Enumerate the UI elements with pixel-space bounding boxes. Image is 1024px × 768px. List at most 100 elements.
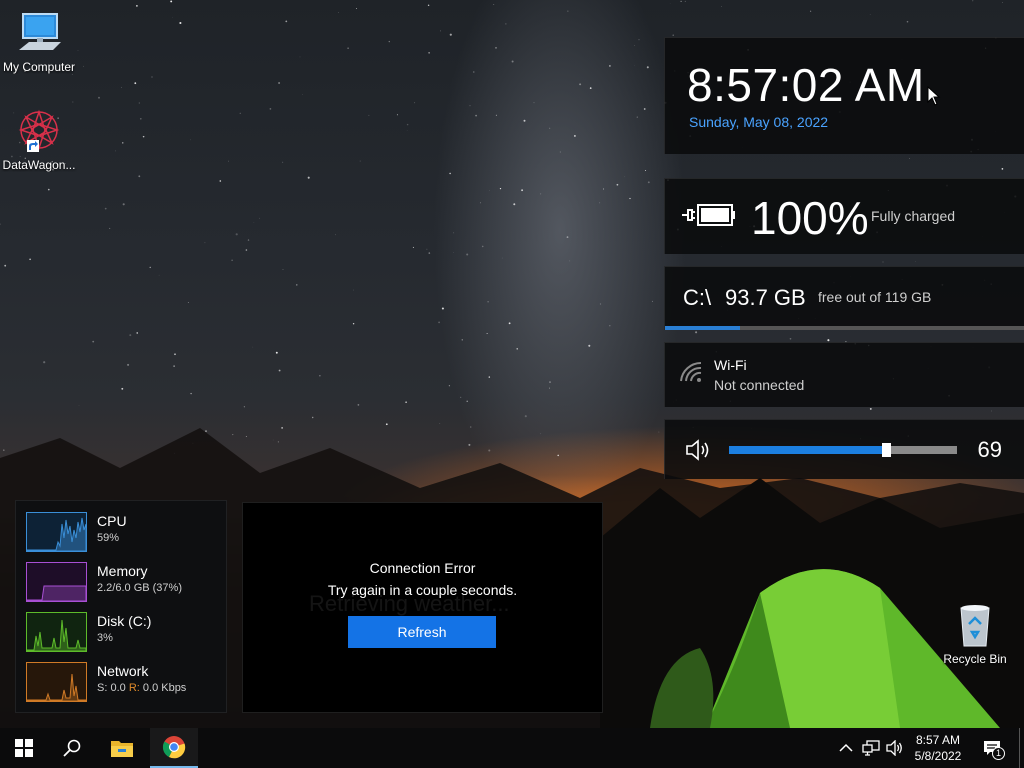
star (127, 363, 130, 366)
desktop-icon-label: Recycle Bin (943, 652, 1007, 666)
star (428, 52, 430, 54)
perf-value: S: 0.0 R: 0.0 Kbps (97, 682, 186, 694)
star (448, 385, 451, 387)
star (906, 20, 909, 23)
taskbar[interactable]: 8:57 AM 5/8/2022 1 (0, 728, 1024, 768)
star (245, 249, 248, 251)
star (549, 387, 551, 389)
perf-row-cpu[interactable]: CPU 59% (26, 512, 222, 554)
start-button[interactable] (0, 728, 48, 768)
cpu-graph (26, 512, 87, 552)
wifi-name: Wi-Fi (714, 357, 747, 373)
star (426, 248, 428, 250)
star (47, 188, 50, 191)
star (219, 180, 222, 182)
star (71, 74, 73, 75)
volume-slider-thumb[interactable] (882, 443, 892, 457)
star (549, 381, 551, 384)
show-desktop-button[interactable] (1019, 728, 1020, 768)
perf-title: Network (97, 663, 149, 679)
star (172, 16, 173, 18)
perf-title: CPU (97, 513, 127, 529)
perf-row-memory[interactable]: Memory 2.2/6.0 GB (37%) (26, 562, 222, 604)
network-send-value: 0.0 (110, 682, 126, 694)
wifi-widget[interactable]: Wi-Fi Not connected (664, 342, 1024, 407)
star (138, 102, 140, 104)
star (428, 252, 431, 254)
battery-widget[interactable]: 100% Fully charged (664, 178, 1024, 254)
star (299, 56, 301, 58)
star (449, 172, 451, 175)
star (495, 47, 497, 49)
star (460, 396, 462, 398)
perf-row-network[interactable]: Network S: 0.0 R: 0.0 Kbps (26, 662, 222, 704)
star (680, 0, 682, 3)
star (789, 337, 792, 340)
star (396, 114, 398, 116)
weather-widget[interactable]: Retrieving weather... Connection Error T… (242, 502, 603, 713)
star (307, 176, 310, 179)
tray-overflow-button[interactable] (836, 738, 856, 758)
chrome-icon (162, 736, 186, 759)
perf-value: 2.2/6.0 GB (37%) (97, 582, 182, 594)
speaker-icon[interactable] (685, 439, 713, 461)
perf-value: 59% (97, 532, 120, 544)
desktop-icon-datawagon[interactable]: DataWagon... (1, 108, 77, 172)
star (285, 20, 288, 23)
star (356, 7, 357, 9)
star (78, 405, 80, 406)
recycle-bin-icon (951, 602, 999, 650)
star (599, 202, 601, 204)
star (269, 108, 272, 110)
star (579, 83, 582, 86)
star (122, 203, 125, 206)
tray-network-button[interactable] (861, 738, 881, 758)
start-icon (15, 739, 33, 757)
disk-usage-fill (665, 326, 741, 330)
star (247, 239, 250, 241)
desktop-icon-label: DataWagon... (2, 158, 76, 172)
tray-volume-button[interactable] (885, 738, 905, 758)
weather-error-title: Connection Error (369, 560, 476, 576)
volume-widget[interactable]: 69 (664, 419, 1024, 479)
disk-free-space: 93.7 GB (725, 285, 806, 310)
star (466, 253, 469, 256)
disk-widget[interactable]: C:\ 93.7 GB free out of 119 GB (664, 266, 1024, 330)
star (243, 406, 246, 408)
star (347, 47, 349, 50)
desktop-icon-my-computer[interactable]: My Computer (1, 10, 77, 74)
star (406, 123, 409, 126)
search-button[interactable] (48, 728, 96, 768)
tray-clock[interactable]: 8:57 AM 5/8/2022 (905, 732, 971, 764)
taskbar-file-explorer[interactable] (98, 728, 146, 768)
clock-widget[interactable]: 8:57:02 AM Sunday, May 08, 2022 (664, 37, 1024, 154)
star (190, 392, 192, 395)
desktop-icon-recycle-bin[interactable]: Recycle Bin (937, 602, 1013, 666)
disk-graph (26, 612, 87, 652)
taskbar-chrome[interactable] (150, 728, 198, 768)
star (505, 23, 507, 25)
action-center-button[interactable]: 1 (982, 738, 1005, 760)
star (609, 65, 611, 67)
datawagon-icon (15, 108, 63, 156)
volume-slider[interactable] (729, 443, 957, 457)
star (357, 404, 360, 406)
star (414, 102, 416, 104)
star (139, 117, 142, 120)
star (136, 5, 138, 7)
star (453, 232, 455, 234)
star (170, 0, 173, 3)
perf-row-disk[interactable]: Disk (C:) 3% (26, 612, 222, 654)
weather-refresh-button[interactable]: Refresh (348, 616, 496, 648)
performance-monitor-widget[interactable]: CPU 59% Memory 2.2/6.0 GB (37%) Disk (C:… (15, 500, 227, 713)
star (646, 66, 649, 69)
disk-usage-bar (665, 326, 1024, 330)
battery-percent: 100% (751, 192, 869, 244)
star (72, 101, 74, 103)
star (636, 116, 638, 118)
chevron-up-icon (839, 743, 853, 752)
star (0, 223, 1, 225)
network-receive-label: R: (128, 682, 140, 694)
star (29, 258, 31, 261)
star (412, 246, 414, 248)
